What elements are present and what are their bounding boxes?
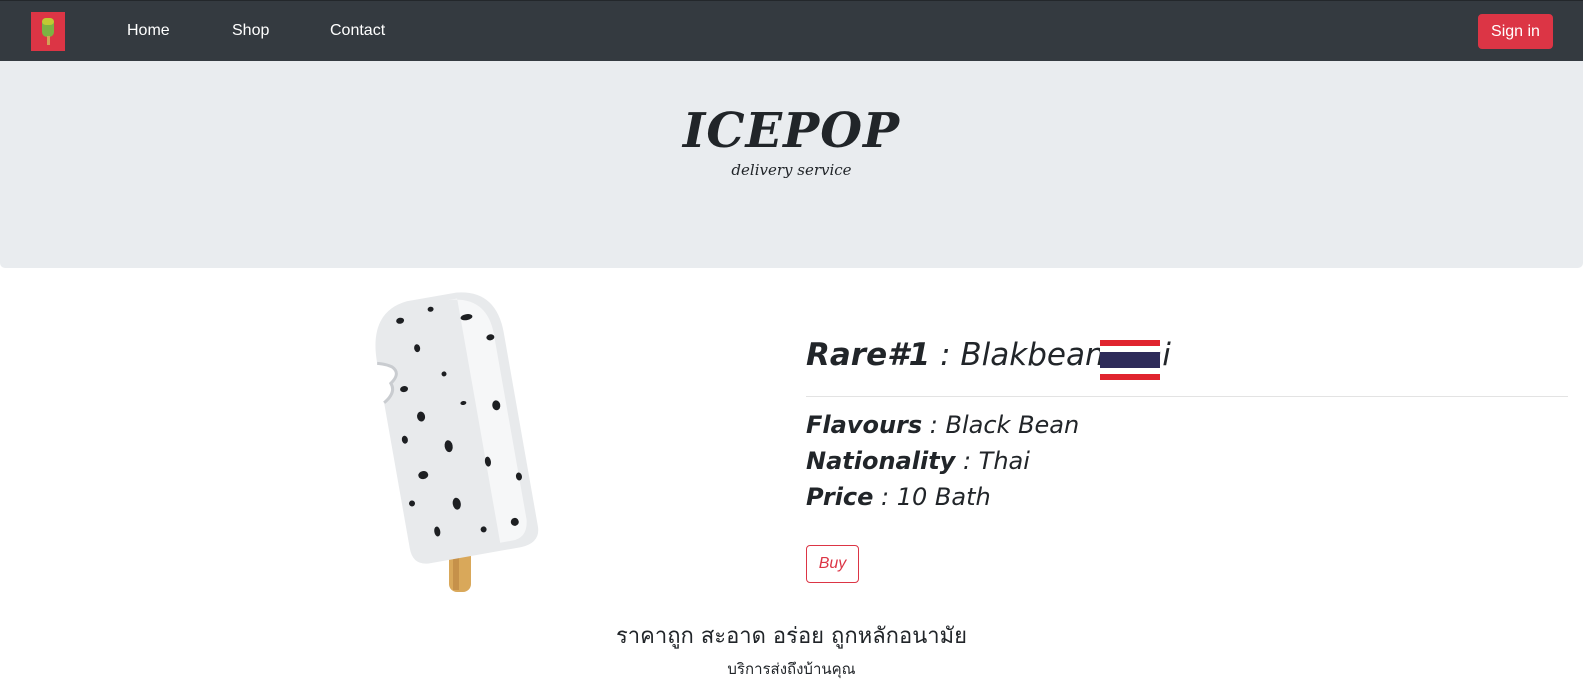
navbar: Home Shop Contact Sign in xyxy=(0,0,1583,61)
hero-jumbotron: ICEPOP delivery service xyxy=(0,61,1583,268)
nationality-row: Nationality : Thai xyxy=(806,447,1030,475)
sign-in-button[interactable]: Sign in xyxy=(1478,14,1553,49)
buy-button[interactable]: Buy xyxy=(806,545,859,583)
nav-home-link[interactable]: Home xyxy=(127,22,170,40)
price-value: : 10 Bath xyxy=(873,483,991,511)
thailand-flag-icon xyxy=(1100,340,1160,380)
details-divider xyxy=(806,396,1568,397)
icepop-logo-icon[interactable] xyxy=(31,12,65,51)
nav-shop-link[interactable]: Shop xyxy=(232,22,269,40)
nav-contact-link[interactable]: Contact xyxy=(330,22,385,40)
product-rare-label: Rare#1 xyxy=(806,337,931,373)
hero-title: ICEPOP xyxy=(682,103,901,159)
flavour-row: Flavours : Black Bean xyxy=(806,411,1079,439)
flavour-label: Flavours xyxy=(806,411,923,439)
nationality-label: Nationality xyxy=(806,447,956,475)
nationality-value: : Thai xyxy=(955,447,1030,475)
tagline: ราคาถูก สะอาด อร่อย ถูกหลักอนามัย xyxy=(615,624,968,649)
black-bean-popsicle-image xyxy=(360,280,540,600)
delivery-subline: บริการส่งถึงบ้านคุณ xyxy=(727,660,856,678)
flavour-value: : Black Bean xyxy=(922,411,1080,439)
price-row: Price : 10 Bath xyxy=(806,483,991,511)
price-label: Price xyxy=(806,483,874,511)
hero-subtitle: delivery service xyxy=(731,161,852,179)
